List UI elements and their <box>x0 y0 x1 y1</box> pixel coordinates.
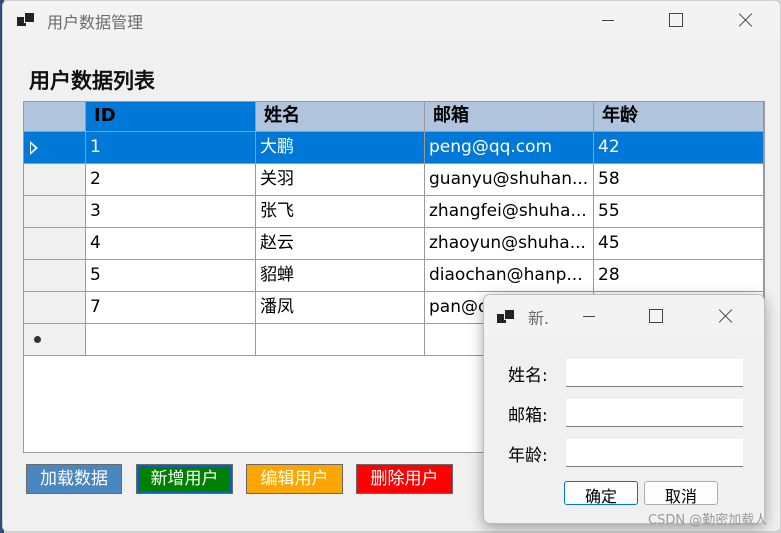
column-header-age[interactable]: 年龄 <box>594 102 764 132</box>
dialog-title-bar[interactable]: 新. <box>484 295 764 337</box>
dialog-maximize-button[interactable] <box>636 295 676 337</box>
cell-name[interactable]: 关羽 <box>256 164 425 196</box>
edit-user-button[interactable]: 编辑用户 <box>246 464 343 494</box>
cell-email[interactable]: diaochan@hanp... <box>425 260 594 292</box>
dialog-minimize-button[interactable] <box>569 295 609 337</box>
new-row-icon <box>34 336 41 343</box>
cell-name[interactable]: 潘凤 <box>256 292 425 324</box>
maximize-button[interactable] <box>653 1 699 39</box>
cell-id[interactable]: 4 <box>86 228 256 260</box>
maximize-icon <box>649 309 663 323</box>
table-row[interactable]: 2 关羽 guanyu@shuhan... 58 <box>24 164 764 196</box>
row-header[interactable] <box>24 292 86 324</box>
table-row[interactable]: 5 貂蝉 diaochan@hanp... 28 <box>24 260 764 292</box>
cancel-button[interactable]: 取消 <box>644 481 718 505</box>
grid-header-row: ID 姓名 邮箱 年龄 <box>24 102 764 132</box>
age-input[interactable] <box>566 439 743 467</box>
new-user-dialog: 新. 姓名: 邮箱: 年龄: 确定 取消 <box>483 294 765 524</box>
window-title: 用户数据管理 <box>47 13 144 32</box>
cell-age[interactable]: 58 <box>594 164 764 196</box>
cell-id[interactable] <box>86 324 256 356</box>
load-data-button[interactable]: 加载数据 <box>26 464 122 494</box>
row-header[interactable] <box>24 132 86 164</box>
watermark: CSDN @勤密加载人 <box>648 513 768 528</box>
cell-age[interactable]: 45 <box>594 228 764 260</box>
table-row[interactable]: 3 张飞 zhangfei@shuha... 55 <box>24 196 764 228</box>
dialog-app-icon <box>497 308 517 324</box>
close-icon <box>719 309 733 323</box>
column-header-email[interactable]: 邮箱 <box>425 102 594 132</box>
cell-email[interactable]: zhangfei@shuha... <box>425 196 594 228</box>
cell-age[interactable]: 42 <box>594 132 764 164</box>
minimize-icon <box>583 315 595 317</box>
minimize-icon <box>602 19 614 21</box>
cell-id[interactable]: 7 <box>86 292 256 324</box>
email-label: 邮箱: <box>508 406 548 426</box>
dialog-title: 新. <box>528 309 550 328</box>
dialog-close-button[interactable] <box>706 295 746 337</box>
cell-name[interactable] <box>256 324 425 356</box>
minimize-button[interactable] <box>585 1 631 39</box>
cell-name[interactable]: 赵云 <box>256 228 425 260</box>
list-title: 用户数据列表 <box>29 69 155 93</box>
cell-name[interactable]: 大鹏 <box>256 132 425 164</box>
close-button[interactable] <box>723 1 769 39</box>
row-header[interactable] <box>24 324 86 356</box>
row-header[interactable] <box>24 164 86 196</box>
header-corner[interactable] <box>24 102 86 132</box>
add-user-button[interactable]: 新增用户 <box>136 464 233 494</box>
maximize-icon <box>669 13 683 27</box>
column-header-id[interactable]: ID <box>86 102 256 132</box>
age-label: 年龄: <box>508 446 548 466</box>
email-input[interactable] <box>566 399 743 427</box>
name-label: 姓名: <box>508 366 548 386</box>
cell-age[interactable]: 28 <box>594 260 764 292</box>
cell-email[interactable]: zhaoyun@shuha... <box>425 228 594 260</box>
delete-user-button[interactable]: 删除用户 <box>356 464 453 494</box>
close-icon <box>739 13 753 27</box>
cell-name[interactable]: 貂蝉 <box>256 260 425 292</box>
cell-id[interactable]: 5 <box>86 260 256 292</box>
table-row[interactable]: 1 大鹏 peng@qq.com 42 <box>24 132 764 164</box>
app-icon <box>17 11 37 27</box>
row-header[interactable] <box>24 260 86 292</box>
column-header-name[interactable]: 姓名 <box>256 102 425 132</box>
table-row[interactable]: 4 赵云 zhaoyun@shuha... 45 <box>24 228 764 260</box>
title-bar[interactable]: 用户数据管理 <box>3 1 780 39</box>
row-header[interactable] <box>24 196 86 228</box>
name-input[interactable] <box>566 359 743 387</box>
cell-id[interactable]: 1 <box>86 132 256 164</box>
cell-name[interactable]: 张飞 <box>256 196 425 228</box>
cell-id[interactable]: 3 <box>86 196 256 228</box>
cell-age[interactable]: 55 <box>594 196 764 228</box>
current-row-arrow-icon <box>30 141 38 155</box>
cell-email[interactable]: peng@qq.com <box>425 132 594 164</box>
row-header[interactable] <box>24 228 86 260</box>
ok-button[interactable]: 确定 <box>564 481 638 505</box>
cell-email[interactable]: guanyu@shuhan... <box>425 164 594 196</box>
cell-id[interactable]: 2 <box>86 164 256 196</box>
